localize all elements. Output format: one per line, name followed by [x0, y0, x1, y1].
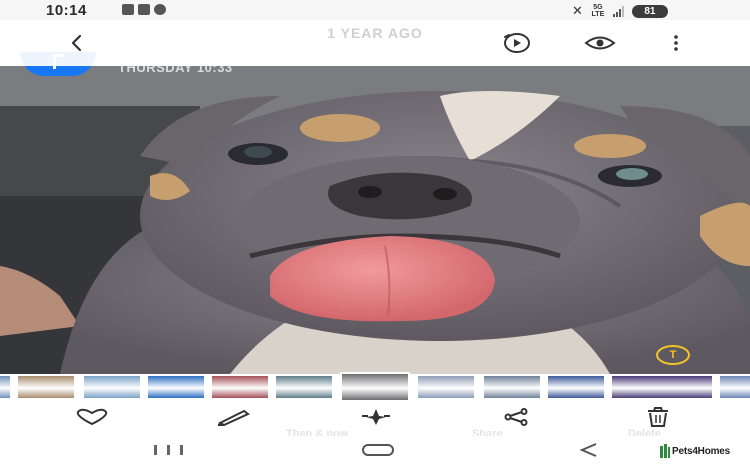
memory-title: 1 YEAR AGO: [327, 25, 423, 41]
main-photo[interactable]: [0, 66, 750, 374]
network-type-top: 5G: [593, 4, 603, 11]
gallery-notification-icon: [122, 4, 134, 15]
system-back-button[interactable]: [578, 441, 600, 459]
filmstrip-thumb[interactable]: [484, 376, 540, 398]
heart-icon: [76, 408, 108, 426]
bulldog-photo: [0, 66, 750, 374]
network-type-bottom: LTE: [591, 11, 605, 18]
text-sticker-button[interactable]: T: [656, 345, 690, 365]
mail-notification-icon: [138, 4, 150, 15]
facebook-notification-icon: [154, 4, 166, 15]
favorite-button[interactable]: [72, 406, 112, 428]
trash-icon: [648, 407, 668, 427]
filmstrip-thumb[interactable]: [18, 376, 74, 398]
filmstrip-thumb[interactable]: [418, 376, 474, 398]
filmstrip-thumb[interactable]: [612, 376, 712, 398]
view-details-button[interactable]: [584, 29, 616, 57]
viewer-toolbar: 1 YEAR AGO: [0, 20, 750, 66]
pets4homes-watermark: Pets4Homes: [660, 444, 730, 458]
home-button[interactable]: [360, 441, 396, 459]
edit-button[interactable]: [214, 406, 254, 428]
filmstrip-thumb[interactable]: [276, 376, 332, 398]
remaster-button[interactable]: [502, 29, 532, 57]
filmstrip-thumb[interactable]: [340, 372, 410, 402]
play-circle-icon: [504, 33, 530, 53]
network-type-badge: 5G LTE: [591, 4, 605, 18]
watermark-text: Pets4Homes: [672, 445, 731, 457]
then-and-now-button[interactable]: Then & now: [286, 406, 396, 440]
sparkle-icon: [362, 409, 390, 425]
paw-logo-icon: [660, 444, 670, 458]
filmstrip-thumb[interactable]: [720, 376, 750, 398]
bottom-action-bar: Then & now Share Delete: [0, 400, 750, 440]
share-icon: [504, 408, 528, 426]
eye-icon: [584, 36, 616, 50]
chevron-left-icon: [71, 34, 82, 52]
filmstrip: [0, 372, 750, 402]
delete-button[interactable]: Delete: [628, 406, 678, 440]
recent-apps-icon: [154, 445, 183, 455]
mute-icon: ✕: [572, 3, 583, 18]
back-button[interactable]: [62, 29, 92, 57]
filmstrip-thumb[interactable]: [212, 376, 268, 398]
filmstrip-thumb[interactable]: [548, 376, 604, 398]
status-time: 10:14: [46, 2, 87, 19]
notification-icons: [122, 4, 166, 15]
filmstrip-thumb[interactable]: [0, 376, 10, 398]
recent-apps-button[interactable]: [152, 441, 186, 459]
home-icon: [362, 444, 394, 456]
share-button[interactable]: Share: [472, 406, 536, 440]
back-icon: [579, 443, 597, 457]
status-bar: 10:14 ✕ 5G LTE 81: [0, 0, 750, 20]
battery-indicator: 81: [631, 4, 668, 18]
system-icons: ✕ 5G LTE 81: [572, 3, 668, 19]
system-nav-bar: Pets4Homes: [0, 436, 750, 464]
filmstrip-thumb[interactable]: [84, 376, 140, 398]
more-options-button[interactable]: [661, 29, 691, 57]
filmstrip-thumb[interactable]: [148, 376, 204, 398]
signal-icon: [612, 5, 624, 17]
pencil-icon: [217, 409, 250, 426]
more-vertical-icon: [674, 35, 678, 51]
